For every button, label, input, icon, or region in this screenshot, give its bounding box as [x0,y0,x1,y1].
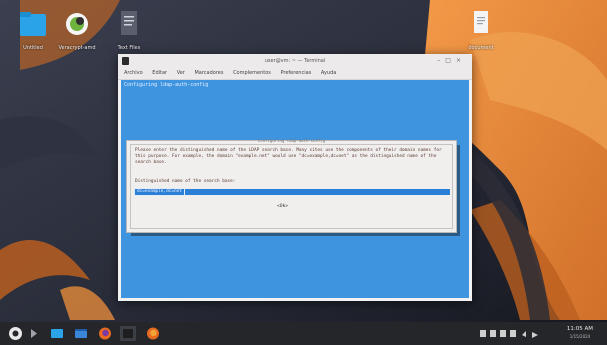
folder-icon [20,12,46,36]
menu-item-ver[interactable]: Ver [177,70,185,76]
clock-time: 11:05 AM [566,326,593,332]
clock-date: 1/15/2024 [569,334,591,339]
menu-item-ayuda[interactable]: Ayuda [321,70,336,76]
text-file-icon [474,11,488,33]
desktop-icon-label: Text Files [117,45,141,51]
search-base-input[interactable]: dc=example,dc=net [134,188,450,196]
terminal-window: user@vm: ~ — Terminal –□× Archivo Editar… [118,54,472,301]
maximize-icon[interactable]: □ [445,57,456,64]
dialog-message: Please enter the distinguished name of t… [135,148,442,165]
document-icon [121,11,137,35]
desktop-icon-text-files[interactable]: Text Files [102,10,156,51]
clock[interactable]: 11:05 AM 1/15/2024 [567,326,593,340]
tray-icons[interactable] [478,326,548,341]
window-titlebar[interactable]: user@vm: ~ — Terminal –□× [118,54,472,68]
menu-bar: Archivo Editar Ver Marcadores Complement… [118,68,472,80]
close-icon[interactable]: × [456,57,466,64]
search-base-value: dc=example,dc=net [134,188,185,196]
search-base-label: Distinguished name of the search base: [135,179,236,184]
app-launcher-icon [66,13,88,35]
window-controls: –□× [437,54,466,68]
menu-item-preferencias[interactable]: Preferencias [280,70,311,76]
menu-item-editar[interactable]: Editar [152,70,167,76]
terminal-app-icon [122,57,129,65]
debconf-dialog: Configuring ldap-auth-config Please ente… [126,138,457,233]
menu-item-archivo[interactable]: Archivo [124,70,143,76]
terminal-task-icon[interactable] [120,326,136,341]
taskbar: 11:05 AM 1/15/2024 [0,322,607,345]
firefox-icon[interactable] [98,326,112,341]
terminal-area[interactable]: Configuring ldap-auth-config Configuring… [121,80,469,298]
application-launcher-icon[interactable] [8,326,23,341]
desktop-icon-label: Veracrypt-amd [58,45,96,51]
pager-icon[interactable] [28,326,40,341]
firefox-task-icon[interactable] [146,326,160,341]
files-icon[interactable] [74,326,88,341]
debconf-backtitle: Configuring ldap-auth-config [124,82,209,88]
file-manager-icon[interactable] [50,326,64,341]
desktop-icon-document[interactable]: document [454,10,508,51]
desktop-icon-veracrypt[interactable]: Veracrypt-amd [50,10,104,51]
window-title: user@vm: ~ — Terminal [264,58,326,64]
menu-item-complementos[interactable]: Complementos [233,70,271,76]
desktop-icon-label: document [468,45,494,51]
menu-item-marcadores[interactable]: Marcadores [194,70,223,76]
dialog-title: Configuring ldap-auth-config [257,138,326,143]
ok-button[interactable]: <Ok> [277,204,288,209]
